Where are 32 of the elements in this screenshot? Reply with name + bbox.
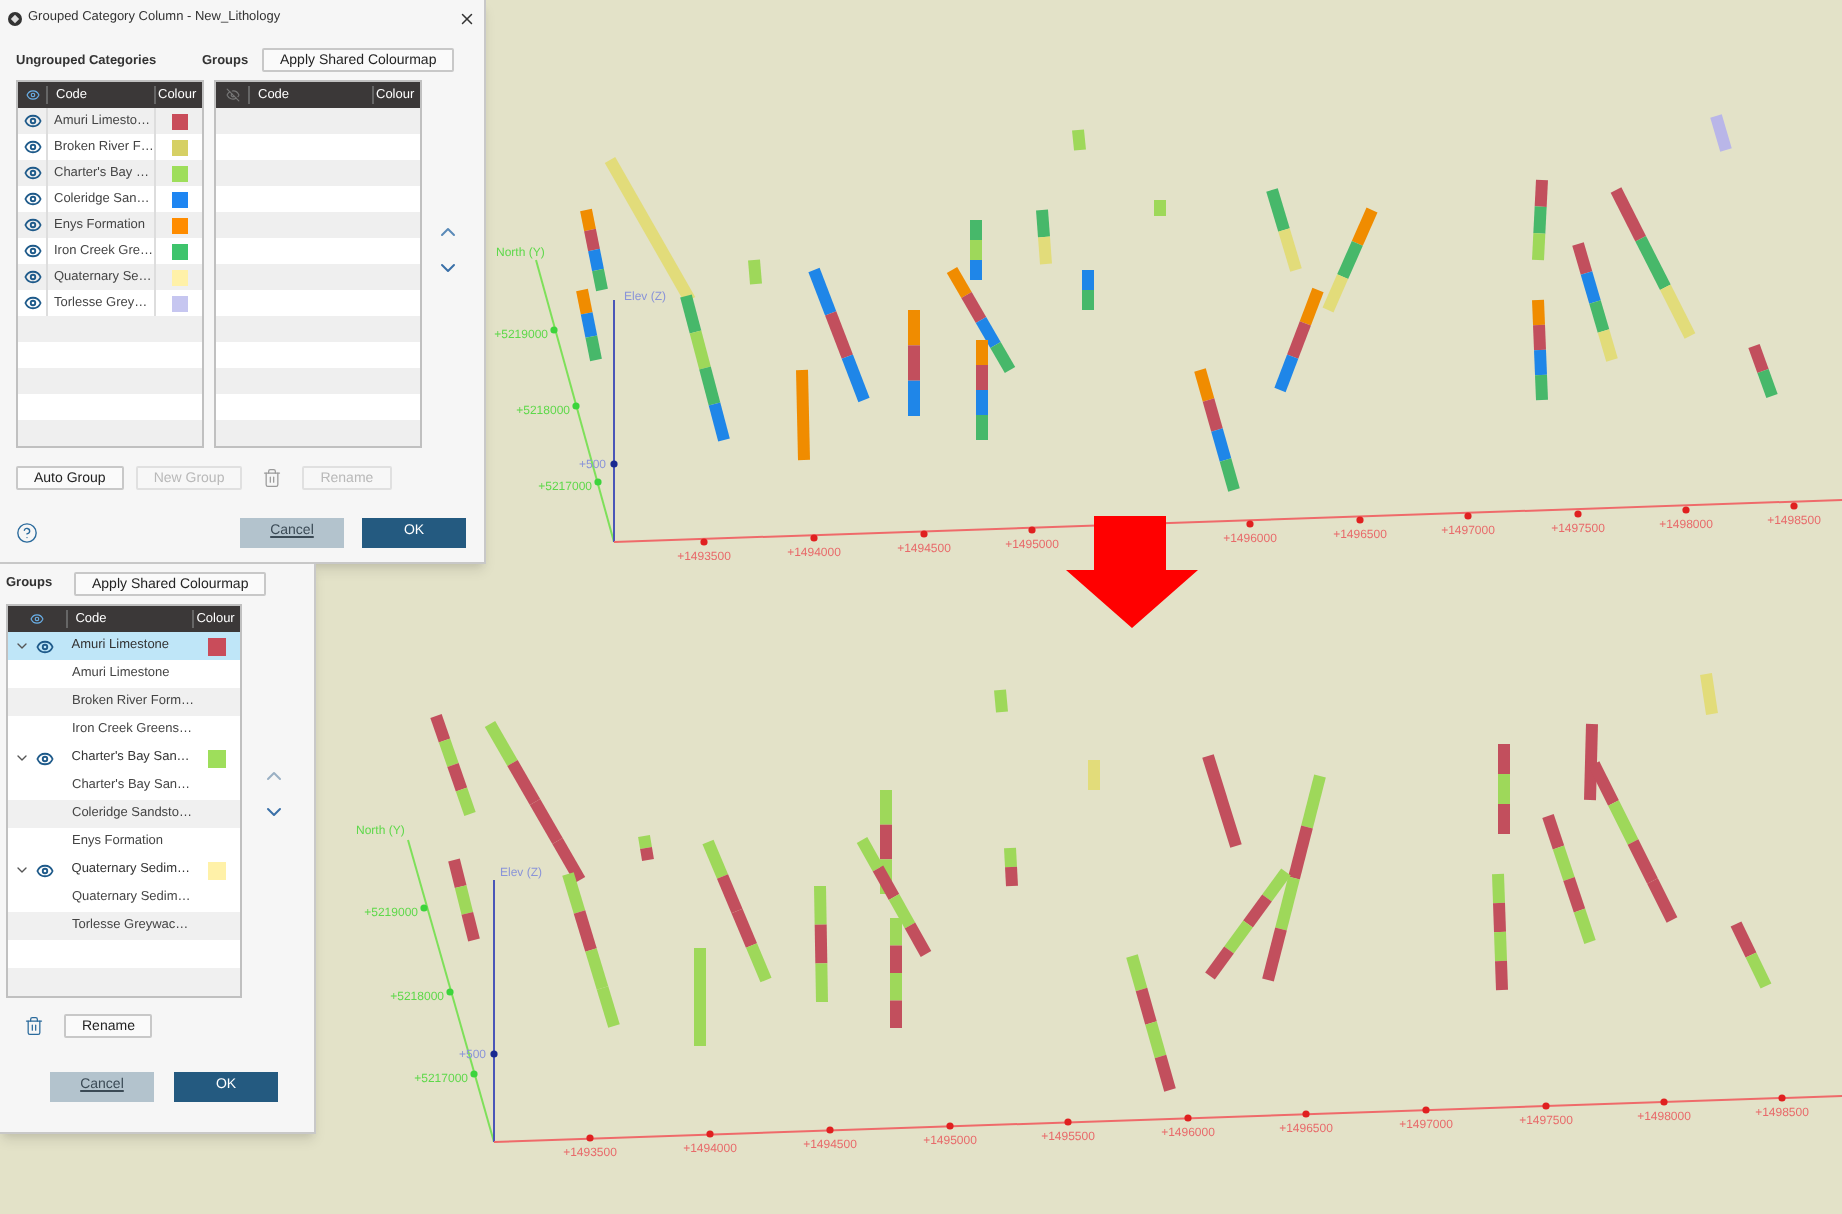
visibility-eye-icon[interactable] — [29, 612, 44, 626]
app-logo-icon — [8, 11, 22, 25]
visibility-off-icon[interactable] — [225, 88, 239, 102]
colour-swatch[interactable] — [171, 191, 187, 207]
collapse-chevron-icon[interactable] — [14, 862, 30, 878]
colour-swatch[interactable] — [171, 217, 187, 233]
close-button[interactable] — [458, 9, 476, 27]
collapse-chevron-icon[interactable] — [14, 638, 30, 654]
help-icon[interactable] — [16, 522, 38, 544]
colour-swatch[interactable] — [171, 139, 187, 155]
visibility-eye-icon[interactable] — [36, 861, 54, 879]
colour-swatch[interactable] — [207, 637, 226, 655]
visibility-eye-icon[interactable] — [23, 138, 41, 156]
visibility-eye-icon[interactable] — [23, 294, 41, 312]
colour-swatch[interactable] — [171, 113, 187, 129]
down-arrow-icon — [1066, 516, 1198, 628]
colour-swatch[interactable] — [207, 861, 226, 879]
visibility-eye-icon[interactable] — [23, 268, 41, 286]
colour-swatch[interactable] — [171, 165, 187, 181]
colour-swatch[interactable] — [171, 269, 187, 285]
visibility-eye-icon[interactable] — [36, 749, 54, 767]
colour-swatch[interactable] — [207, 749, 226, 767]
visibility-eye-icon[interactable] — [23, 112, 41, 130]
colour-swatch[interactable] — [171, 295, 187, 311]
visibility-eye-icon[interactable] — [25, 88, 39, 102]
visibility-eye-icon[interactable] — [36, 637, 54, 655]
visibility-eye-icon[interactable] — [23, 216, 41, 234]
visibility-eye-icon[interactable] — [23, 190, 41, 208]
visibility-eye-icon[interactable] — [23, 164, 41, 182]
colour-swatch[interactable] — [171, 243, 187, 259]
visibility-eye-icon[interactable] — [23, 242, 41, 260]
collapse-chevron-icon[interactable] — [14, 750, 30, 766]
